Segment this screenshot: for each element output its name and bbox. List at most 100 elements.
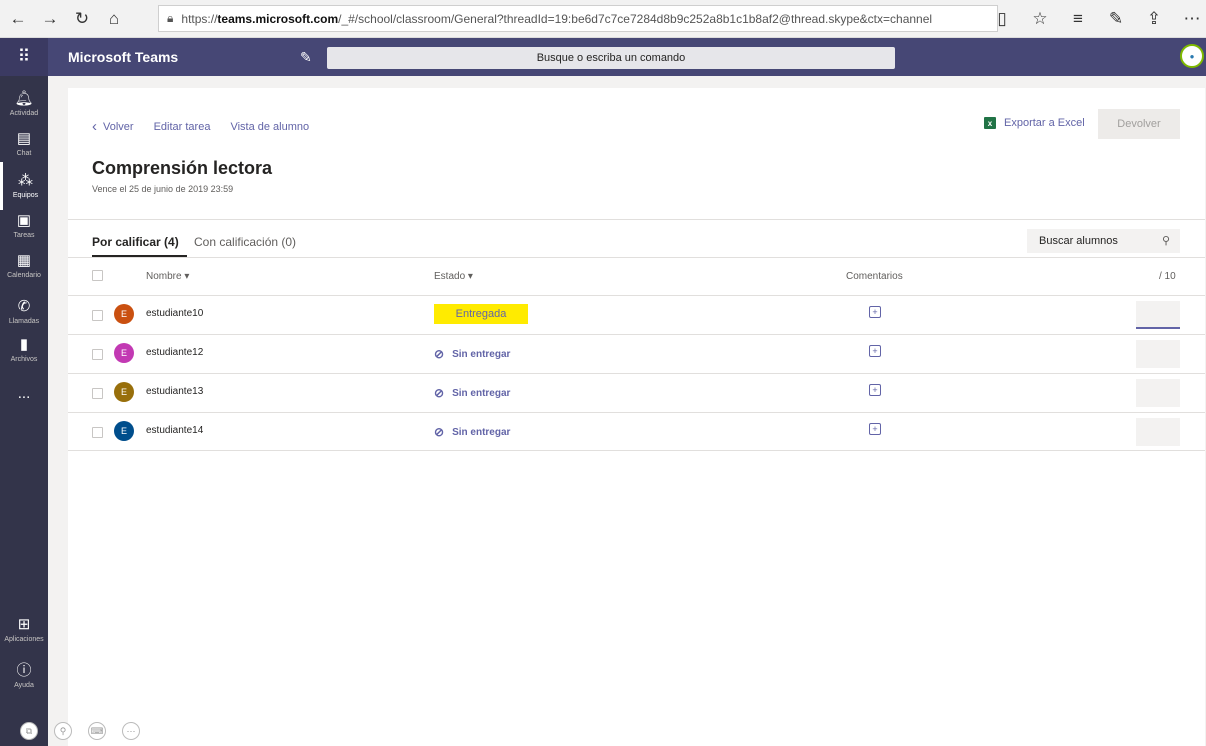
compose-icon[interactable]: ✎ bbox=[300, 49, 312, 66]
grade-input[interactable] bbox=[1136, 418, 1180, 446]
address-bar[interactable]: 🔒︎ https://teams.microsoft.com/_#/school… bbox=[158, 5, 998, 32]
rail-item-archivos[interactable]: ▮ Archivos bbox=[0, 326, 48, 374]
share-icon[interactable]: ⇪ bbox=[1140, 5, 1168, 33]
status-badge[interactable]: ⊘ Sin entregar bbox=[434, 425, 510, 439]
student-name[interactable]: estudiante10 bbox=[146, 308, 203, 319]
profile-avatar[interactable]: ● bbox=[1180, 44, 1204, 68]
status-badge[interactable]: Entregada bbox=[434, 304, 528, 324]
grade-input[interactable] bbox=[1136, 379, 1180, 407]
student-view-link[interactable]: Vista de alumno bbox=[230, 121, 309, 133]
rail-item-ayuda[interactable]: ⓘ Ayuda bbox=[0, 652, 48, 700]
excel-icon: x bbox=[984, 117, 996, 129]
home-icon[interactable]: ⌂ bbox=[100, 5, 128, 33]
rail-label: Ayuda bbox=[14, 682, 34, 689]
ellipsis-icon[interactable]: ⋯ bbox=[122, 722, 140, 740]
rail-label: Equipos bbox=[12, 192, 39, 199]
tab-to-grade[interactable]: Por calificar (4) bbox=[92, 235, 187, 257]
return-button[interactable]: Devolver bbox=[1098, 109, 1180, 139]
refresh-icon[interactable]: ↻ bbox=[68, 5, 96, 33]
status-label: Sin entregar bbox=[452, 387, 511, 399]
forward-arrow-icon[interactable]: → bbox=[36, 5, 64, 33]
tab-graded[interactable]: Con calificación (0) bbox=[194, 235, 296, 249]
command-box[interactable]: Busque o escriba un comando bbox=[327, 47, 895, 69]
status-label: Sin entregar bbox=[452, 426, 511, 438]
more-menu-icon[interactable]: ⋯ bbox=[1178, 5, 1206, 33]
url-prefix: https:// bbox=[181, 11, 218, 26]
teams-icon: ⁂ bbox=[18, 172, 33, 189]
row-checkbox[interactable] bbox=[92, 427, 103, 438]
search-placeholder: Buscar alumnos bbox=[1039, 235, 1118, 247]
column-header-comments: Comentarios bbox=[846, 271, 903, 282]
add-comment-icon[interactable]: + bbox=[869, 423, 881, 435]
assignments-icon: ▣ bbox=[16, 212, 32, 229]
export-excel-button[interactable]: x Exportar a Excel bbox=[984, 117, 1085, 129]
table-row: E estudiante10 Entregada + bbox=[68, 295, 1205, 334]
search-students-input[interactable]: Buscar alumnos ⚲ bbox=[1027, 229, 1180, 253]
grade-input[interactable] bbox=[1136, 340, 1180, 368]
bell-icon: 🔔︎ bbox=[14, 90, 34, 107]
calendar-icon: ▦ bbox=[16, 252, 32, 269]
search-icon: ⚲ bbox=[1161, 235, 1170, 247]
reading-view-icon[interactable]: ▯ bbox=[988, 5, 1016, 33]
floating-toolbar: ⧉ ⚲ ⌨ ⋯ bbox=[20, 722, 156, 740]
row-checkbox[interactable] bbox=[92, 310, 103, 321]
status-badge[interactable]: ⊘ Sin entregar bbox=[434, 386, 510, 400]
grade-input[interactable] bbox=[1136, 301, 1180, 329]
lock-icon: 🔒︎ bbox=[167, 11, 174, 25]
rail-item-calendario[interactable]: ▦ Calendario bbox=[0, 242, 48, 290]
rail-item-chat[interactable]: ▤ Chat bbox=[0, 120, 48, 168]
url-host: teams.microsoft.com bbox=[217, 11, 339, 26]
zoom-icon[interactable]: ⚲ bbox=[54, 722, 72, 740]
rail-label: Actividad bbox=[9, 110, 39, 117]
back-arrow-icon[interactable]: ← bbox=[4, 5, 32, 33]
rail-label: Llamadas bbox=[8, 318, 40, 325]
select-all-checkbox[interactable] bbox=[92, 270, 103, 281]
avatar: E bbox=[114, 304, 134, 324]
row-checkbox[interactable] bbox=[92, 349, 103, 360]
assignment-grading-panel: ‹ Volver Editar tarea Vista de alumno x … bbox=[68, 88, 1205, 746]
rail-label: Calendario bbox=[7, 272, 41, 279]
add-comment-icon[interactable]: + bbox=[869, 345, 881, 357]
chevron-left-icon[interactable]: ‹ bbox=[92, 118, 97, 135]
rail-item-aplicaciones[interactable]: ⊞ Aplicaciones bbox=[0, 606, 48, 654]
left-rail: 🔔︎ Actividad ▤ Chat ⁂ Equipos ▣ Tareas ▦… bbox=[0, 76, 48, 746]
student-name[interactable]: estudiante12 bbox=[146, 347, 203, 358]
not-submitted-icon: ⊘ bbox=[434, 425, 445, 439]
column-label: Estado bbox=[434, 271, 466, 282]
copy-icon[interactable]: ⧉ bbox=[20, 722, 38, 740]
avatar: E bbox=[114, 343, 134, 363]
tab-label: Por calificar (4) bbox=[92, 235, 179, 249]
rail-label: Tareas bbox=[13, 232, 35, 239]
files-icon: ▮ bbox=[19, 336, 29, 353]
teams-header: ⠿ Microsoft Teams ✎ Busque o escriba un … bbox=[0, 38, 1206, 76]
add-comment-icon[interactable]: + bbox=[869, 384, 881, 396]
app-launcher-icon[interactable]: ⠿ bbox=[0, 38, 48, 76]
favorites-list-icon[interactable]: ≡ bbox=[1064, 5, 1092, 33]
back-link[interactable]: Volver bbox=[103, 121, 134, 133]
status-badge[interactable]: ⊘ Sin entregar bbox=[434, 347, 510, 361]
table-row: E estudiante14 ⊘ Sin entregar + bbox=[68, 412, 1205, 451]
student-name[interactable]: estudiante14 bbox=[146, 425, 203, 436]
browser-toolbar: ← → ↻ ⌂ 🔒︎ https://teams.microsoft.com/_… bbox=[0, 0, 1206, 38]
keyboard-icon[interactable]: ⌨ bbox=[88, 722, 106, 740]
rail-item-more[interactable]: ... bbox=[0, 370, 48, 418]
favorite-star-icon[interactable]: ☆ bbox=[1026, 5, 1054, 33]
column-header-name[interactable]: Nombre ▾ bbox=[146, 271, 189, 282]
edit-assignment-link[interactable]: Editar tarea bbox=[154, 121, 211, 133]
due-date: Vence el 25 de junio de 2019 23:59 bbox=[92, 184, 234, 194]
assignment-title: Comprensión lectora bbox=[92, 158, 273, 178]
column-header-status[interactable]: Estado ▾ bbox=[434, 271, 473, 282]
student-name[interactable]: estudiante13 bbox=[146, 386, 203, 397]
help-icon: ⓘ bbox=[16, 662, 32, 679]
status-label: Sin entregar bbox=[452, 348, 511, 360]
more-icon: ... bbox=[17, 385, 31, 402]
column-label: Nombre bbox=[146, 271, 182, 282]
add-comment-icon[interactable]: + bbox=[869, 306, 881, 318]
phone-icon: ✆ bbox=[17, 298, 31, 315]
not-submitted-icon: ⊘ bbox=[434, 347, 445, 361]
row-checkbox[interactable] bbox=[92, 388, 103, 399]
pen-icon[interactable]: ✎ bbox=[1102, 5, 1130, 33]
table-row: E estudiante12 ⊘ Sin entregar + bbox=[68, 334, 1205, 373]
rail-label: Chat bbox=[16, 150, 32, 157]
rail-label: Archivos bbox=[10, 356, 38, 363]
